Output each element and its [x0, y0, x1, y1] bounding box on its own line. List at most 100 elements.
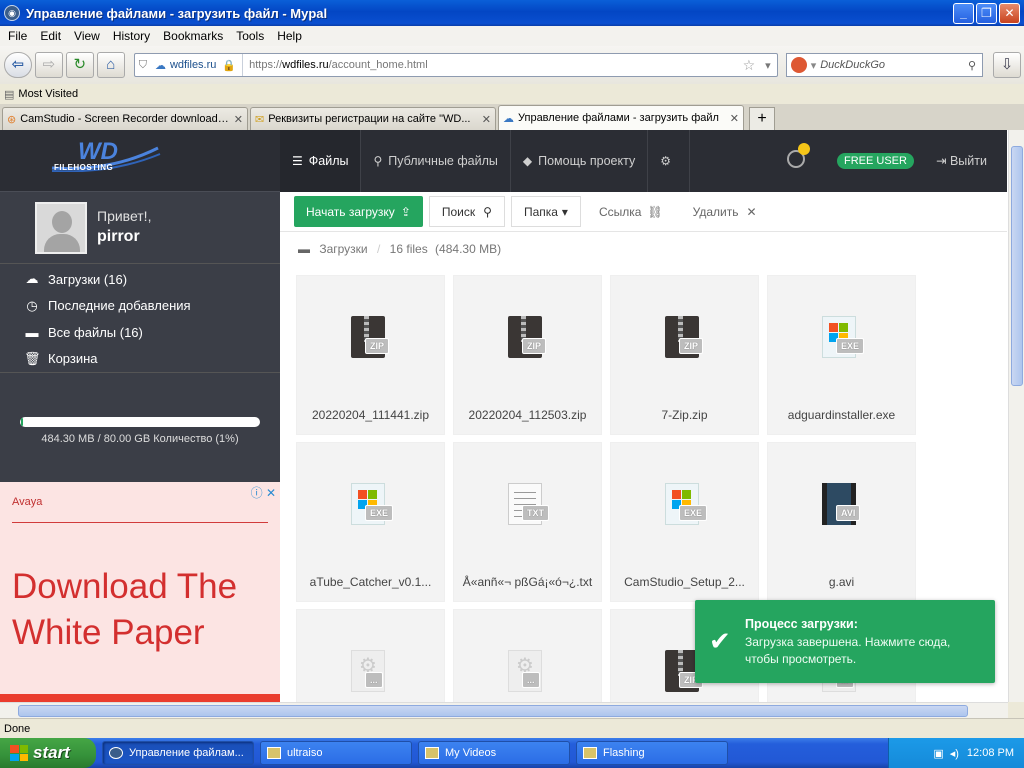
file-card[interactable]: ⚙...	[296, 609, 445, 702]
user-profile: Привет!, pirror	[0, 192, 280, 264]
file-card[interactable]: ZIP 7-Zip.zip	[610, 275, 759, 435]
file-name: 20220204_111441.zip	[312, 408, 429, 422]
start-label: start	[33, 743, 70, 762]
file-card[interactable]: TXT Å«anñ«¬ pßGá¡«ó¬¿.txt	[453, 442, 602, 602]
ad-brand: Avaya	[12, 496, 43, 508]
start-button[interactable]: start	[0, 738, 96, 768]
tab-label: Реквизиты регистрации на сайте "WD...	[268, 113, 471, 125]
taskbar-item-ultraiso[interactable]: ultraiso	[260, 741, 412, 765]
breadcrumb-size: (484.30 MB)	[435, 242, 502, 256]
bookmark-most-visited[interactable]: Most Visited	[18, 88, 78, 100]
taskbar-item-my-videos[interactable]: My Videos	[418, 741, 570, 765]
tab-registration[interactable]: ✉ Реквизиты регистрации на сайте "WD... …	[250, 107, 496, 130]
bookmark-star-icon[interactable]: ☆	[739, 57, 760, 74]
horizontal-scroll-thumb[interactable]	[18, 705, 968, 717]
search-button[interactable]: Поиск ⚲	[428, 196, 505, 227]
vertical-scrollbar[interactable]	[1008, 130, 1024, 702]
advertisement[interactable]: ⓘ ✕ Avaya Download The White Paper	[0, 482, 280, 702]
horizontal-scrollbar[interactable]	[0, 702, 1008, 718]
file-card[interactable]: EXE adguardinstaller.exe	[767, 275, 916, 435]
logout-link[interactable]: ⇥ Выйти	[936, 153, 987, 168]
delete-button[interactable]: Удалить ✕	[681, 196, 769, 227]
sidebar: WD FILEHOSTING Привет!, pirror ☁ Загрузк…	[0, 130, 280, 702]
nav-help-project[interactable]: ◆ Помощь проекту	[511, 130, 649, 192]
stack-icon: ▬	[25, 324, 39, 340]
tab-camstudio[interactable]: ⊛ CamStudio - Screen Recorder download |…	[2, 107, 248, 130]
search-icon[interactable]: ⚲	[962, 59, 982, 72]
file-card[interactable]: EXE aTube_Catcher_v0.1...	[296, 442, 445, 602]
vertical-scroll-thumb[interactable]	[1011, 146, 1023, 386]
file-card[interactable]: ZIP 20220204_111441.zip	[296, 275, 445, 435]
link-label: Ссылка	[598, 204, 642, 219]
clock-icon: ◷	[26, 297, 38, 313]
trash-icon: 🗑	[24, 350, 41, 366]
menu-help[interactable]: Help	[272, 29, 310, 43]
free-user-badge[interactable]: FREE USER	[837, 153, 914, 169]
menu-history[interactable]: History	[108, 29, 158, 43]
url-dropdown-icon[interactable]: ▾	[759, 59, 777, 72]
home-button[interactable]: ⌂	[96, 52, 125, 78]
close-tab-icon[interactable]: ✕	[234, 113, 243, 126]
file-name: Å«anñ«¬ pßGá¡«ó¬¿.txt	[462, 575, 593, 589]
globe-notification-icon[interactable]	[787, 143, 810, 168]
minimize-button[interactable]: _	[953, 2, 974, 24]
upload-complete-toast[interactable]: ✔ Процесс загрузки: Загрузка завершена. …	[695, 600, 995, 683]
file-card[interactable]: EXE CamStudio_Setup_2...	[610, 442, 759, 602]
sidebar-item-trash[interactable]: 🗑 Корзина	[0, 346, 280, 373]
storage-progress-bar	[20, 417, 260, 427]
close-tab-icon[interactable]: ✕	[730, 112, 739, 125]
taskbar-item-flashing[interactable]: Flashing	[576, 741, 728, 765]
search-engine-dropdown-icon[interactable]: ▾	[811, 59, 817, 72]
site-identity[interactable]: ☁ wdfiles.ru 🔒	[151, 54, 244, 76]
shield-icon[interactable]: ⛉	[135, 59, 151, 72]
file-card[interactable]: ZIP 20220204_112503.zip	[453, 275, 602, 435]
windows-flag-icon	[10, 745, 28, 761]
status-text: Done	[4, 723, 31, 735]
maximize-button[interactable]: ❐	[976, 2, 997, 24]
link-button[interactable]: Ссылка ⛓	[587, 196, 675, 227]
sidebar-item-uploads[interactable]: ☁ Загрузки (16)	[0, 266, 280, 293]
sidebar-item-all-files[interactable]: ▬ Все файлы (16)	[0, 319, 280, 346]
taskbar-item-mypal[interactable]: Управление файлам...	[102, 741, 254, 765]
site-logo[interactable]: WD FILEHOSTING	[0, 130, 280, 192]
tab-file-manager[interactable]: ☁ Управление файлами - загрузить файл ✕	[498, 105, 744, 130]
menu-tools[interactable]: Tools	[231, 29, 272, 43]
back-button[interactable]: ⇦	[4, 52, 32, 78]
file-type-tag: ZIP	[679, 338, 704, 354]
breadcrumb-folder[interactable]: Загрузки	[319, 242, 367, 256]
nav-public-files[interactable]: ⚲ Публичные файлы	[361, 130, 511, 192]
nav-settings[interactable]: ⚙	[648, 130, 690, 192]
file-card[interactable]: ⚙...	[453, 609, 602, 702]
close-window-button[interactable]: ✕	[999, 2, 1020, 24]
forward-button[interactable]: ⇨	[34, 52, 63, 78]
clock[interactable]: 12:08 PM	[967, 747, 1014, 759]
start-upload-label: Начать загрузку	[306, 204, 395, 219]
volume-icon[interactable]: ◂)	[950, 747, 959, 760]
menu-edit[interactable]: Edit	[35, 29, 69, 43]
downloads-button[interactable]: ⇩	[993, 52, 1022, 78]
file-type-tag: EXE	[836, 338, 865, 354]
storage-progress-fill	[21, 418, 24, 426]
close-tab-icon[interactable]: ✕	[482, 113, 491, 126]
folder-dropdown-button[interactable]: Папка ▾	[510, 196, 581, 227]
avatar[interactable]	[35, 202, 87, 254]
reload-button[interactable]: ↻	[65, 52, 94, 78]
exe-file-icon: EXE	[818, 316, 866, 364]
file-card[interactable]: AVI g.avi	[767, 442, 916, 602]
search-box[interactable]: ▾ DuckDuckGo ⚲	[785, 53, 984, 77]
start-upload-button[interactable]: Начать загрузку ⇪	[294, 196, 423, 227]
file-name: adguardinstaller.exe	[787, 408, 896, 422]
tab-label: Управление файлами - загрузить файл	[518, 112, 719, 124]
menu-file[interactable]: File	[3, 29, 35, 43]
nav-files[interactable]: ☰ Файлы	[280, 130, 362, 192]
toast-message: Загрузка завершена. Нажмите сюда, чтобы …	[745, 635, 951, 666]
sidebar-item-recent[interactable]: ◷ Последние добавления	[0, 293, 280, 320]
url-bar[interactable]: ⛉ ☁ wdfiles.ru 🔒 https://wdfiles.ru/acco…	[133, 53, 778, 77]
menu-view[interactable]: View	[69, 29, 108, 43]
new-tab-button[interactable]: +	[749, 107, 775, 130]
network-icon[interactable]: ▣	[933, 747, 943, 760]
ad-info-icon[interactable]: ⓘ ✕	[251, 484, 276, 501]
url-text[interactable]: https://wdfiles.ru/account_home.html	[243, 59, 739, 71]
folder-icon	[267, 747, 281, 759]
menu-bookmarks[interactable]: Bookmarks	[158, 29, 231, 43]
